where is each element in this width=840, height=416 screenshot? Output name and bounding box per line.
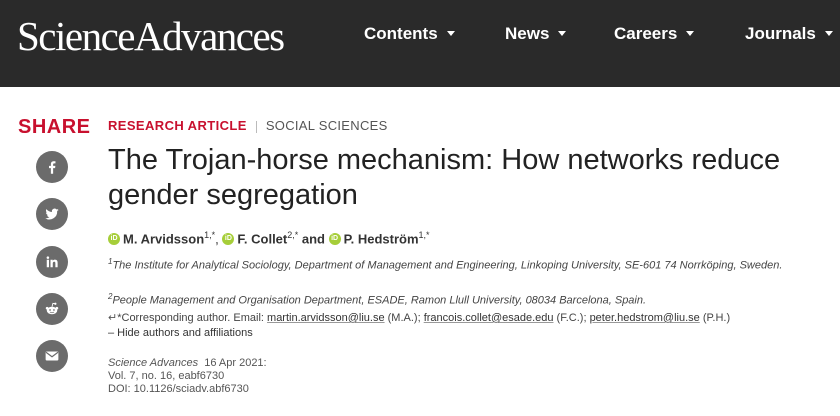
nav-news-label: News [505,24,550,43]
facebook-icon [49,161,56,174]
affiliation-text: The Institute for Analytical Sociology, … [112,259,783,272]
affiliation-2: 2People Management and Organisation Depa… [108,290,808,308]
email-link[interactable]: francois.collet@esade.edu [424,312,554,324]
orcid-icon[interactable]: iD [108,232,120,245]
nav-careers[interactable]: Careers [614,24,695,44]
corresponding-author: ↵*Corresponding author. Email: martin.ar… [108,311,730,324]
article-type[interactable]: RESEARCH ARTICLE [108,118,247,133]
email-icon [45,351,59,361]
author-affiliation-ref: 2,* [287,230,299,240]
chevron-down-icon [686,31,695,37]
nav-news[interactable]: News [505,24,567,44]
return-arrow-icon[interactable]: ↵ [108,312,117,324]
email-link[interactable]: martin.arvidsson@liu.se [267,312,385,324]
author-affiliation-ref: 1,* [204,230,216,240]
chevron-down-icon [446,31,455,37]
share-reddit-button[interactable] [36,293,68,325]
nav-journals-label: Journals [745,24,816,43]
author-link[interactable]: M. Arvidsson [123,231,204,246]
article-title: The Trojan-horse mechanism: How networks… [108,144,781,211]
orcid-icon[interactable]: iD [222,232,235,245]
hide-authors-toggle[interactable]: – Hide authors and affiliations [108,327,253,339]
kicker-divider [255,120,257,133]
author-affiliation-ref: 1,* [418,230,430,240]
author-initials: (P.H.) [699,312,731,324]
share-email-button[interactable] [36,340,68,372]
share-twitter-button[interactable] [36,198,68,230]
orcid-icon[interactable]: iD [328,232,341,245]
corresponding-prefix: *Corresponding author. Email: [117,312,268,324]
share-linkedin-button[interactable] [36,246,68,278]
citation-journal: Science Advances [108,357,199,369]
article-section[interactable]: SOCIAL SCIENCES [266,118,388,133]
site-logo[interactable]: ScienceAdvances [17,12,285,60]
author-separator: and [298,231,329,247]
twitter-icon [45,208,59,220]
chevron-down-icon [558,31,567,37]
article-kicker: RESEARCH ARTICLE SOCIAL SCIENCES [108,118,388,133]
citation-block: Science Advances 16 Apr 2021: Vol. 7, no… [108,357,267,396]
nav-contents[interactable]: Contents [364,24,455,44]
citation-volume: Vol. 7, no. 16, eabf6730 [108,370,225,382]
author-link[interactable]: F. Collet [237,231,287,246]
nav-journals[interactable]: Journals [745,24,833,44]
citation-date: 16 Apr 2021: [204,357,267,369]
share-label: SHARE [18,116,91,138]
citation-doi[interactable]: DOI: 10.1126/sciadv.abf6730 [108,383,267,396]
chevron-down-icon [824,31,833,37]
site-header: ScienceAdvances Contents News Careers Jo… [0,0,840,87]
reddit-icon [45,302,59,315]
author-list: iD M. Arvidsson1,*, iD F. Collet2,* and iD… [108,230,430,246]
linkedin-icon [46,256,58,268]
nav-careers-label: Careers [614,24,678,43]
author-initials: (M.A.); [384,312,424,324]
author-separator: , [215,231,223,247]
email-link[interactable]: peter.hedstrom@liu.se [590,312,700,324]
author-link[interactable]: P. Hedström [344,231,419,246]
author-initials: (F.C.); [553,312,590,324]
nav-contents-label: Contents [364,24,438,43]
affiliation-1: 1The Institute for Analytical Sociology,… [108,255,808,273]
share-facebook-button[interactable] [36,151,68,183]
affiliation-text: People Management and Organisation Depar… [112,294,647,307]
